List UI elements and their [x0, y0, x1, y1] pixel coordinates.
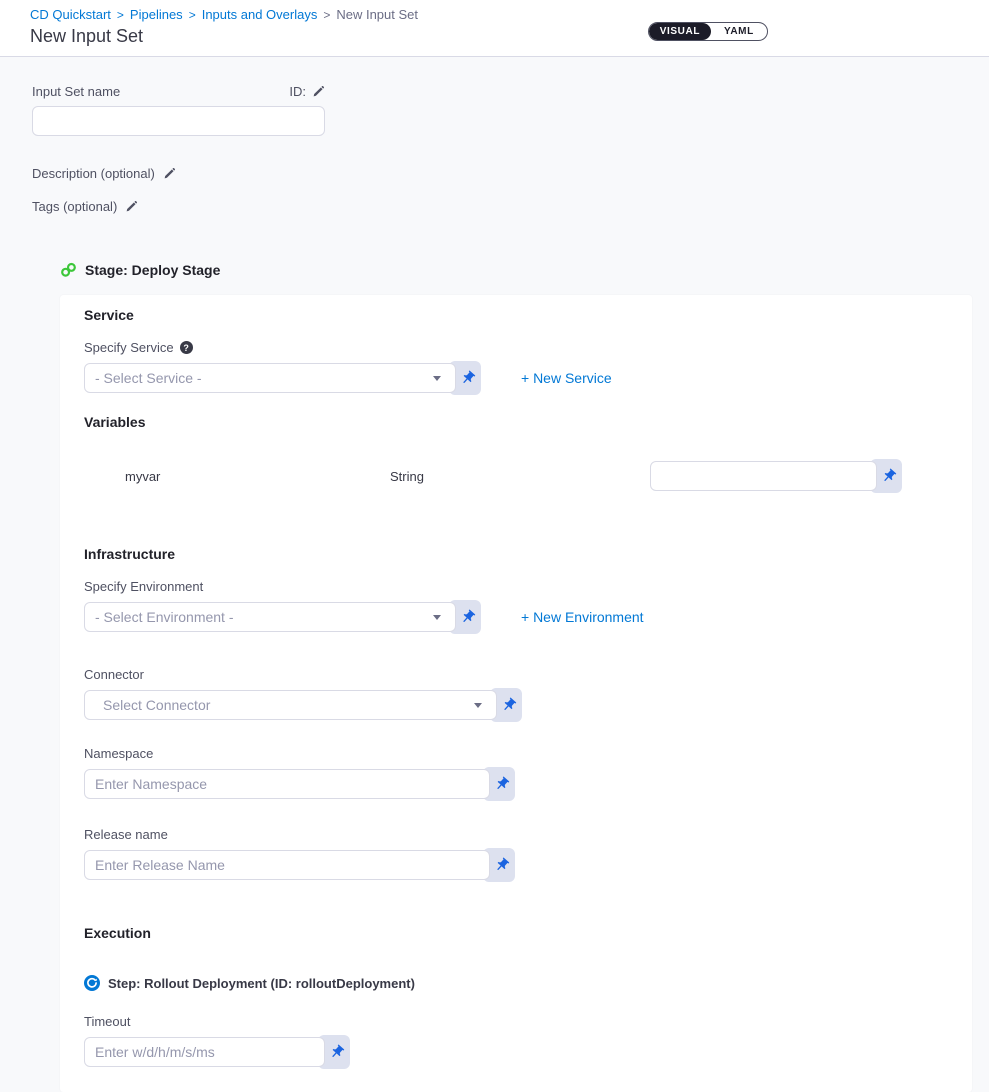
breadcrumb-separator: > — [189, 8, 196, 22]
description-label: Description (optional) — [32, 166, 155, 181]
specify-service-label: Specify Service — [84, 340, 174, 355]
connector-select-placeholder: Select Connector — [103, 697, 210, 713]
edit-tags-pencil-icon[interactable] — [125, 200, 138, 213]
step-title: Step: Rollout Deployment (ID: rolloutDep… — [108, 976, 415, 991]
release-name-label: Release name — [84, 827, 948, 842]
service-section-title: Service — [84, 307, 948, 323]
pin-icon — [329, 1044, 345, 1060]
input-set-name-label: Input Set name — [32, 84, 120, 99]
breadcrumb-pipelines[interactable]: Pipelines — [130, 7, 183, 22]
release-name-field[interactable] — [84, 850, 490, 880]
variable-row: myvar String — [84, 459, 948, 493]
environment-select-placeholder: - Select Environment - — [95, 609, 234, 625]
environment-select[interactable]: - Select Environment - — [84, 602, 456, 632]
rollout-deployment-icon — [84, 975, 100, 991]
new-service-link[interactable]: + New Service — [521, 370, 612, 386]
step-header: Step: Rollout Deployment (ID: rolloutDep… — [84, 975, 948, 991]
input-set-meta-form: Input Set name ID: Description (optional… — [0, 57, 989, 214]
caret-down-icon — [433, 615, 441, 620]
pin-icon — [494, 776, 510, 792]
edit-description-pencil-icon[interactable] — [163, 167, 176, 180]
input-set-name-field[interactable] — [32, 106, 325, 136]
pin-icon — [881, 468, 897, 484]
specify-environment-label: Specify Environment — [84, 579, 203, 594]
stage-link-icon — [60, 262, 77, 278]
breadcrumb-current: New Input Set — [336, 7, 418, 22]
variable-value-field[interactable] — [650, 461, 877, 491]
tab-yaml[interactable]: YAML — [711, 23, 767, 40]
edit-id-pencil-icon[interactable] — [312, 85, 325, 98]
stage-header: Stage: Deploy Stage — [60, 262, 989, 278]
namespace-field[interactable] — [84, 769, 490, 799]
id-label: ID: — [289, 84, 306, 99]
timeout-field[interactable] — [84, 1037, 325, 1067]
tab-visual[interactable]: VISUAL — [649, 23, 711, 40]
visual-yaml-toggle: VISUAL YAML — [648, 22, 768, 41]
variable-name: myvar — [125, 469, 390, 484]
breadcrumb-separator: > — [117, 8, 124, 22]
pin-icon — [494, 857, 510, 873]
namespace-label: Namespace — [84, 746, 948, 761]
pin-icon — [460, 370, 476, 386]
service-select-placeholder: - Select Service - — [95, 370, 202, 386]
caret-down-icon — [433, 376, 441, 381]
execution-section-title: Execution — [84, 925, 948, 941]
help-icon[interactable]: ? — [180, 341, 193, 354]
breadcrumb-separator: > — [323, 8, 330, 22]
stage-inputs-card: Service Specify Service ? - Select Servi… — [60, 295, 972, 1092]
breadcrumb: CD Quickstart > Pipelines > Inputs and O… — [30, 7, 989, 22]
infrastructure-section-title: Infrastructure — [84, 546, 948, 562]
breadcrumb-inputs-and-overlays[interactable]: Inputs and Overlays — [202, 7, 318, 22]
new-environment-link[interactable]: + New Environment — [521, 609, 644, 625]
page-header: CD Quickstart > Pipelines > Inputs and O… — [0, 0, 989, 57]
connector-select[interactable]: Select Connector — [84, 690, 497, 720]
pin-icon — [501, 697, 517, 713]
tags-label: Tags (optional) — [32, 199, 117, 214]
stage-title: Stage: Deploy Stage — [85, 262, 220, 278]
variable-type: String — [390, 469, 650, 484]
timeout-label: Timeout — [84, 1014, 948, 1029]
pin-icon — [460, 609, 476, 625]
service-select[interactable]: - Select Service - — [84, 363, 456, 393]
variables-section-title: Variables — [84, 414, 948, 430]
connector-label: Connector — [84, 667, 948, 682]
page-title: New Input Set — [30, 26, 989, 47]
breadcrumb-cd-quickstart[interactable]: CD Quickstart — [30, 7, 111, 22]
caret-down-icon — [474, 703, 482, 708]
